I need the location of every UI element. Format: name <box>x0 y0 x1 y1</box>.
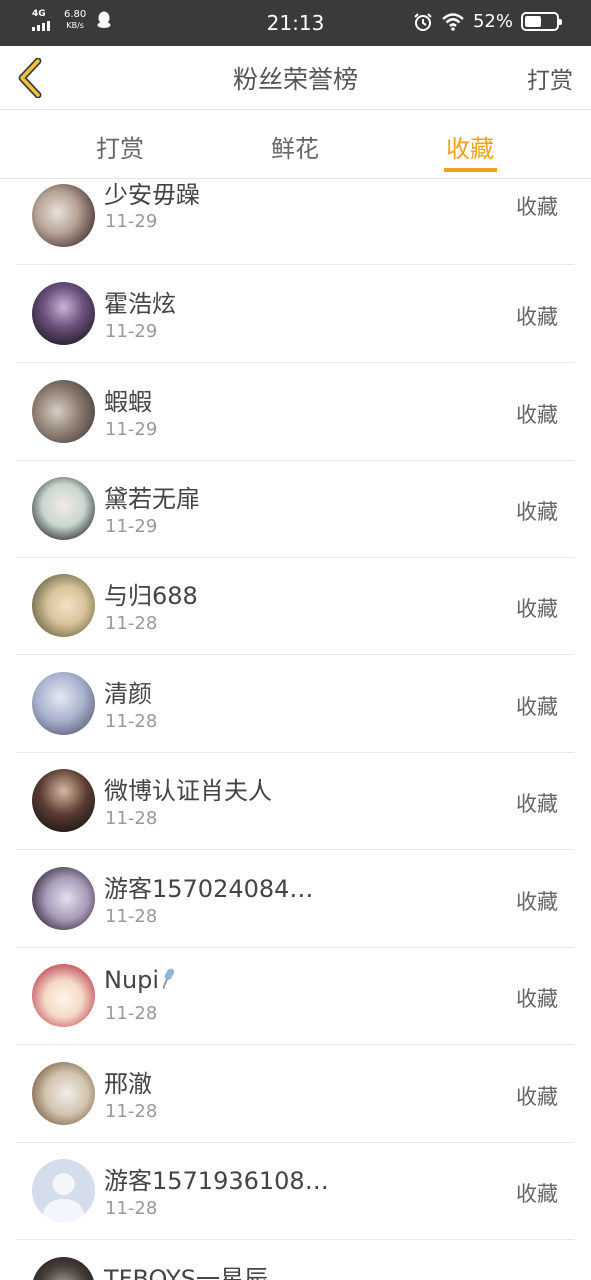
user-name: 与归688 <box>104 582 198 610</box>
avatar <box>32 477 95 540</box>
list-item[interactable]: Nupi 11-28 收藏 <box>16 947 574 1045</box>
battery-icon <box>521 12 562 31</box>
action-label: 收藏 <box>516 195 558 219</box>
action-label: 收藏 <box>516 987 558 1011</box>
status-bar: 4G 6.80 KB/s 21:13 52% <box>0 0 591 46</box>
list-item[interactable]: TFBOYS一星辰 <box>16 1240 574 1280</box>
date: 11-28 <box>105 1003 158 1024</box>
reward-button[interactable]: 打赏 <box>527 61 573 95</box>
user-name: 游客1571936108… <box>104 1167 329 1195</box>
date: 11-29 <box>105 211 158 232</box>
avatar-default <box>32 1159 95 1222</box>
list-item[interactable]: 与归688 11-28 收藏 <box>16 557 574 655</box>
date: 11-28 <box>105 808 158 829</box>
user-name: TFBOYS一星辰 <box>104 1265 268 1280</box>
microphone-icon <box>163 968 175 990</box>
avatar <box>32 964 95 1027</box>
list-item[interactable]: 蝦蝦 11-29 收藏 <box>16 363 574 461</box>
user-name: 微博认证肖夫人 <box>104 777 272 805</box>
action-label: 收藏 <box>516 695 558 719</box>
avatar <box>32 282 95 345</box>
action-label: 收藏 <box>516 1085 558 1109</box>
user-name: 游客157024084… <box>104 875 314 903</box>
date: 11-28 <box>105 613 158 634</box>
user-name: 清颜 <box>104 680 152 708</box>
list-item[interactable]: 游客1571936108… 11-28 收藏 <box>16 1142 574 1240</box>
date: 11-28 <box>105 1101 158 1122</box>
avatar <box>32 1257 95 1280</box>
date: 11-28 <box>105 906 158 927</box>
avatar <box>32 672 95 735</box>
status-right: 52% <box>413 11 562 32</box>
list-item[interactable]: 游客157024084… 11-28 收藏 <box>16 850 574 948</box>
avatar <box>32 1062 95 1125</box>
list-item[interactable]: 微博认证肖夫人 11-28 收藏 <box>16 752 574 850</box>
list-item[interactable]: 少安毋躁 11-29 收藏 <box>16 180 574 265</box>
action-label: 收藏 <box>516 305 558 329</box>
default-user-icon <box>42 1173 85 1222</box>
list-item[interactable]: 邢澈 11-28 收藏 <box>16 1045 574 1143</box>
avatar <box>32 867 95 930</box>
page-title: 粉丝荣誉榜 <box>232 65 358 94</box>
tab-flowers[interactable]: 鲜花 <box>245 129 345 164</box>
date: 11-28 <box>105 1198 158 1219</box>
user-name: 蝦蝦 <box>104 388 152 416</box>
tab-favorites[interactable]: 收藏 <box>420 129 520 164</box>
user-name: Nupi <box>104 966 175 994</box>
user-name: 黛若无扉 <box>104 485 200 513</box>
user-name: 少安毋躁 <box>104 181 200 209</box>
wifi-icon <box>442 12 464 31</box>
alarm-icon <box>414 12 432 31</box>
user-name: 霍浩炫 <box>104 290 176 318</box>
avatar <box>32 380 95 443</box>
tab-bar: 打赏 鲜花 收藏 <box>0 111 591 179</box>
list-item[interactable]: 黛若无扉 11-29 收藏 <box>16 460 574 558</box>
nav-bar: 粉丝荣誉榜 打赏 <box>0 46 591 110</box>
avatar <box>32 574 95 637</box>
action-label: 收藏 <box>516 890 558 914</box>
avatar <box>32 769 95 832</box>
action-label: 收藏 <box>516 597 558 621</box>
list-item[interactable]: 清颜 11-28 收藏 <box>16 655 574 753</box>
date: 11-29 <box>105 516 158 537</box>
date: 11-28 <box>105 711 158 732</box>
action-label: 收藏 <box>516 792 558 816</box>
user-name: 邢澈 <box>104 1070 152 1098</box>
list-item[interactable]: 霍浩炫 11-29 收藏 <box>16 265 574 363</box>
action-label: 收藏 <box>516 403 558 427</box>
tab-reward[interactable]: 打赏 <box>70 129 170 164</box>
avatar <box>32 184 95 247</box>
battery-percent: 52% <box>472 11 513 32</box>
fan-list: 少安毋躁 11-29 收藏 霍浩炫 11-29 收藏 蝦蝦 11-29 收藏 黛… <box>0 180 591 1280</box>
date: 11-29 <box>105 419 158 440</box>
user-name-text: Nupi <box>104 966 160 994</box>
tab-indicator <box>444 168 497 172</box>
date: 11-29 <box>105 321 158 342</box>
action-label: 收藏 <box>516 500 558 524</box>
action-label: 收藏 <box>516 1182 558 1206</box>
